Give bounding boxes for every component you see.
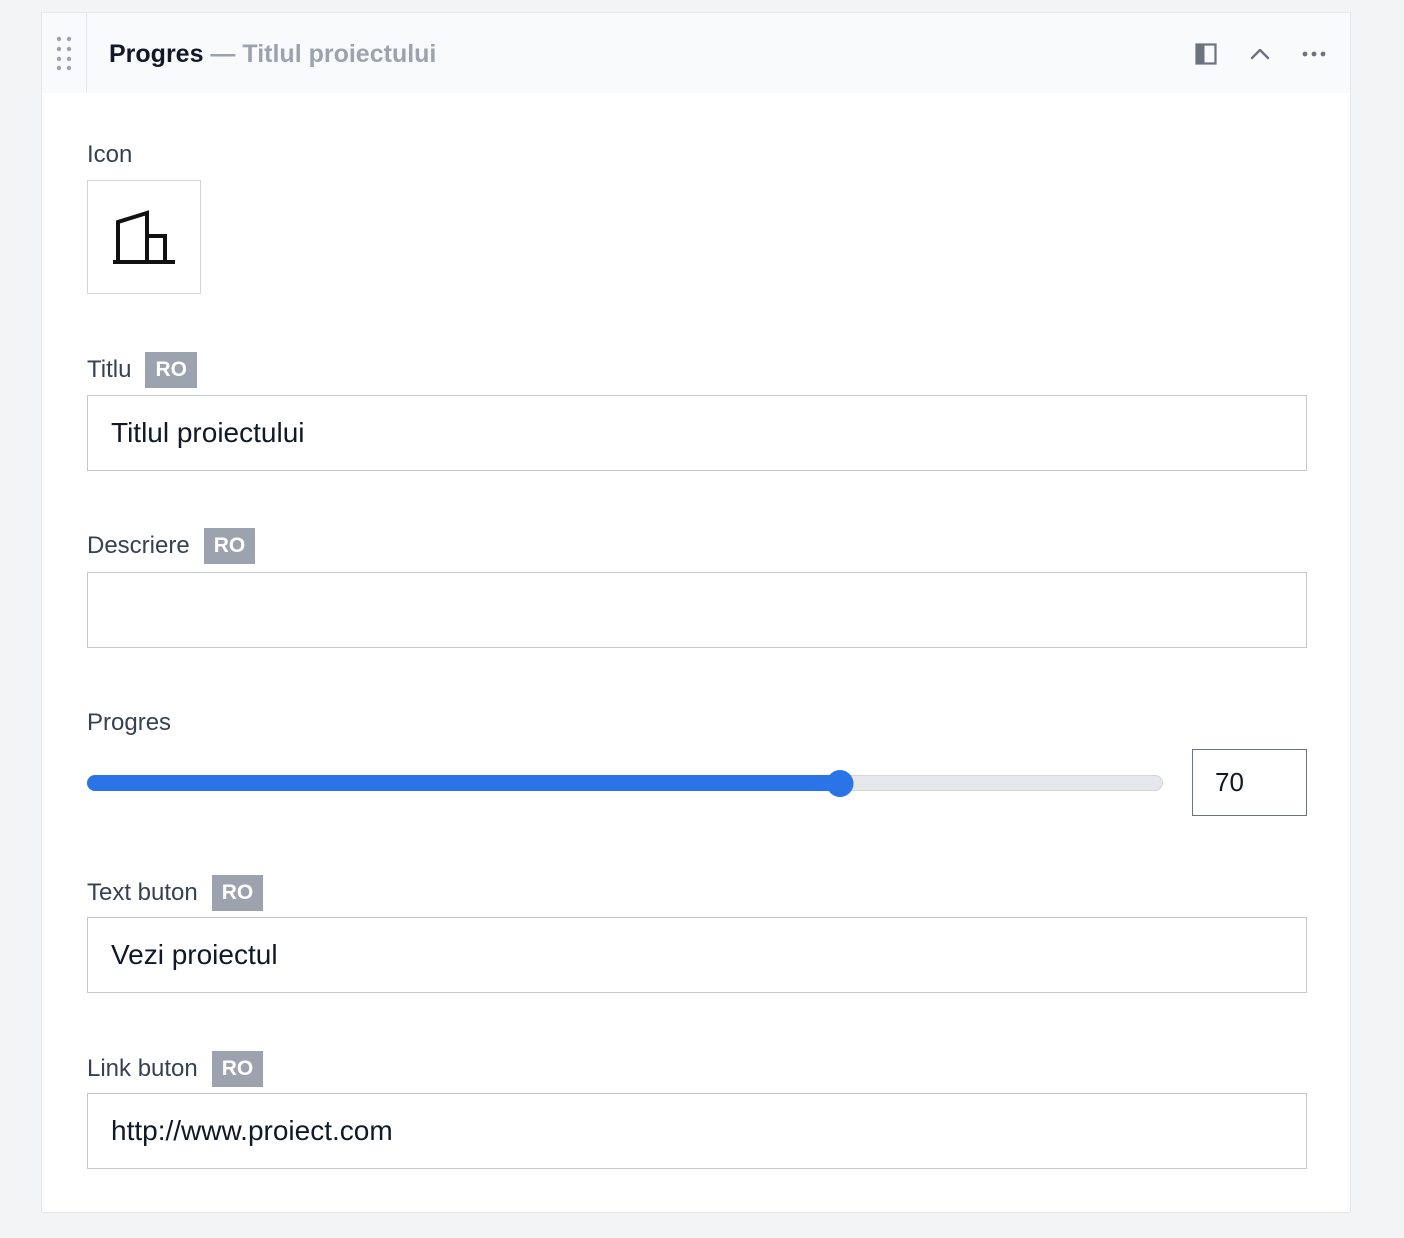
language-badge: RO <box>145 352 197 388</box>
button-text-field-label: Text buton RO <box>87 875 264 911</box>
language-badge: RO <box>211 875 264 911</box>
title-separator: — <box>203 40 243 68</box>
language-badge: RO <box>203 528 256 564</box>
progress-slider[interactable] <box>87 770 1163 797</box>
icon-picker[interactable] <box>87 180 201 294</box>
progress-label-text: Progres <box>87 709 172 736</box>
button-link-label-text: Link buton <box>87 1055 198 1082</box>
chevron-up-icon[interactable] <box>1243 37 1277 71</box>
panel-header: Progres — Titlul proiectului <box>42 13 1350 93</box>
block-subtitle: Titlul proiectului <box>242 40 437 68</box>
progress-block-panel: Progres — Titlul proiectului Icon Titlu … <box>41 12 1351 1213</box>
button-link-field-label: Link buton RO <box>87 1051 264 1087</box>
layout-toggle-icon[interactable] <box>1189 37 1223 71</box>
progress-number-input[interactable]: 70 <box>1192 749 1307 816</box>
description-field-label: Descriere RO <box>87 528 256 564</box>
progress-field-label: Progres <box>87 707 171 739</box>
building-icon <box>113 210 175 264</box>
icon-field-label: Icon <box>87 139 132 171</box>
progress-slider-thumb[interactable] <box>826 770 854 797</box>
more-horizontal-icon[interactable] <box>1297 37 1331 71</box>
button-text-input[interactable]: Vezi proiectul <box>87 917 1307 993</box>
description-input[interactable] <box>87 572 1307 648</box>
progress-slider-fill <box>87 775 841 791</box>
title-input[interactable]: Titlul proiectului <box>87 395 1307 471</box>
drag-handle-icon[interactable] <box>42 13 87 93</box>
language-badge: RO <box>211 1051 264 1087</box>
title-field-label: Titlu RO <box>87 352 197 388</box>
block-type-label: Progres <box>109 40 204 68</box>
title-label-text: Titlu <box>87 356 132 383</box>
icon-label-text: Icon <box>87 141 133 168</box>
description-label-text: Descriere <box>87 532 190 559</box>
panel-title: Progres — Titlul proiectului <box>109 40 436 69</box>
button-link-input[interactable]: http://www.proiect.com <box>87 1093 1307 1169</box>
button-text-label-text: Text buton <box>87 879 198 906</box>
